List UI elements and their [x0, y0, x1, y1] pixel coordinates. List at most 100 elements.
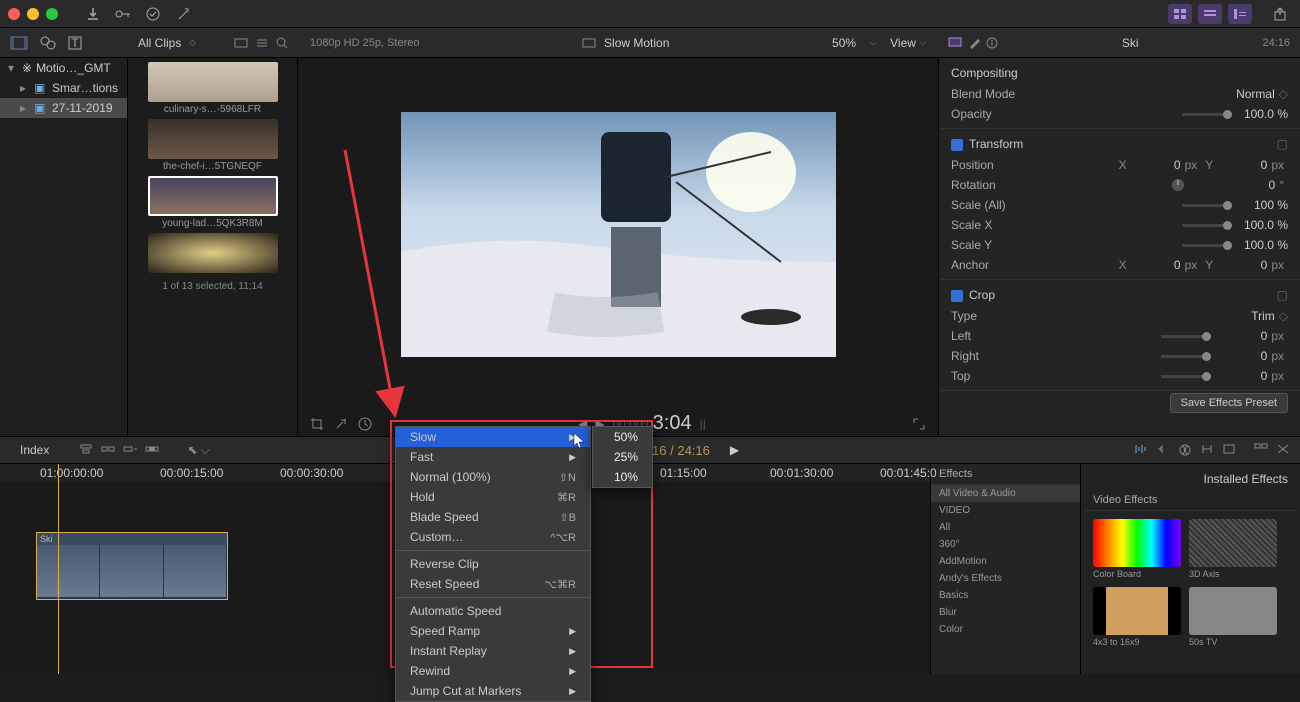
crop-right-slider[interactable]: [1161, 355, 1211, 358]
menu-normal[interactable]: Normal (100%)⇧N: [396, 467, 590, 487]
share-icon[interactable]: [1268, 4, 1292, 24]
clip-thumb[interactable]: young-lad…5QK3R8M: [132, 176, 293, 229]
clip-thumb[interactable]: the-chef-i…5TGNEQF: [132, 119, 293, 172]
rotation-value[interactable]: 0: [1225, 178, 1275, 192]
fx-cat-all-va[interactable]: All Video & Audio: [931, 485, 1080, 502]
skimming-icon[interactable]: [1134, 443, 1148, 457]
crop-checkbox[interactable]: [951, 290, 963, 302]
rotation-dial[interactable]: [1171, 178, 1185, 192]
fx-cat-color[interactable]: Color: [931, 621, 1080, 638]
fullscreen-icon[interactable]: [912, 417, 926, 431]
index-button[interactable]: Index: [10, 440, 59, 460]
clips-dropdown[interactable]: All Clips: [138, 36, 181, 50]
clip-appearance-icon[interactable]: [1222, 443, 1236, 457]
menu-hold[interactable]: Hold⌘R: [396, 487, 590, 507]
titles-icon[interactable]: T: [68, 36, 82, 50]
info-inspector-icon[interactable]: i: [986, 37, 998, 49]
effects-browser-icon[interactable]: [1254, 443, 1268, 457]
effect-color-board[interactable]: Color Board: [1093, 519, 1181, 579]
video-inspector-icon[interactable]: [948, 37, 962, 49]
tree-item-smart[interactable]: ▸▣Smar…tions: [0, 78, 127, 98]
crop-left-slider[interactable]: [1161, 335, 1211, 338]
close-window[interactable]: [8, 8, 20, 20]
search-icon[interactable]: [276, 37, 288, 49]
crop-top-value[interactable]: 0: [1217, 369, 1267, 383]
transitions-browser-icon[interactable]: [1276, 443, 1290, 457]
menu-jump-cut[interactable]: Jump Cut at Markers▶: [396, 681, 590, 701]
fx-cat-basics[interactable]: Basics: [931, 587, 1080, 604]
transform-checkbox[interactable]: [951, 139, 963, 151]
crop-top-slider[interactable]: [1161, 375, 1211, 378]
menu-blade[interactable]: Blade Speed⇧B: [396, 507, 590, 527]
menu-rewind[interactable]: Rewind▶: [396, 661, 590, 681]
scale-x-value[interactable]: 100.0 %: [1238, 218, 1288, 232]
fx-cat-video[interactable]: VIDEO: [931, 502, 1080, 519]
menu-reverse[interactable]: Reverse Clip: [396, 554, 590, 574]
view-dropdown[interactable]: View: [890, 36, 916, 50]
submenu-25[interactable]: 25%: [593, 447, 652, 467]
crop-tool-icon[interactable]: [310, 417, 324, 431]
clip-thumb[interactable]: culinary-s…-5968LFR: [132, 62, 293, 115]
enhance-icon[interactable]: [173, 4, 193, 24]
timeline-clip-ski[interactable]: Ski: [36, 532, 228, 600]
position-x[interactable]: 0: [1131, 158, 1181, 172]
next-edit-icon[interactable]: ▶: [730, 443, 739, 457]
scale-y-slider[interactable]: [1182, 244, 1232, 247]
scale-all-value[interactable]: 100 %: [1238, 198, 1288, 212]
menu-automatic[interactable]: Automatic Speed: [396, 601, 590, 621]
installed-effects-dropdown[interactable]: Installed Effects: [1204, 472, 1289, 486]
background-tasks-icon[interactable]: [143, 4, 163, 24]
fx-cat-blur[interactable]: Blur: [931, 604, 1080, 621]
enhance-tool-icon[interactable]: [334, 417, 348, 431]
audio-skimming-icon[interactable]: [1156, 443, 1170, 457]
playhead[interactable]: [58, 464, 59, 674]
maximize-window[interactable]: [46, 8, 58, 20]
tree-item-date[interactable]: ▸▣27-11-2019: [0, 98, 127, 118]
effect-4x3-16x9[interactable]: 4x3 to 16x9: [1093, 587, 1181, 647]
menu-speed-ramp[interactable]: Speed Ramp▶: [396, 621, 590, 641]
zoom-dropdown[interactable]: 50%: [832, 36, 856, 50]
fx-cat-addmotion[interactable]: AddMotion: [931, 553, 1080, 570]
scale-x-slider[interactable]: [1182, 224, 1232, 227]
minimize-window[interactable]: [27, 8, 39, 20]
viewer-canvas[interactable]: [298, 58, 938, 411]
anchor-x[interactable]: 0: [1131, 258, 1181, 272]
connect-clip-icon[interactable]: [79, 443, 93, 458]
overwrite-clip-icon[interactable]: [145, 443, 159, 458]
next-frame-icon[interactable]: ||: [700, 417, 706, 431]
position-y[interactable]: 0: [1217, 158, 1267, 172]
scale-all-slider[interactable]: [1182, 204, 1232, 207]
list-icon[interactable]: [256, 38, 268, 48]
opacity-slider[interactable]: [1182, 113, 1232, 116]
anchor-y[interactable]: 0: [1217, 258, 1267, 272]
submenu-10[interactable]: 10%: [593, 467, 652, 487]
fx-cat-all[interactable]: All: [931, 519, 1080, 536]
timeline-toggle-icon[interactable]: [1198, 4, 1222, 24]
photos-icon[interactable]: [40, 36, 56, 50]
menu-slow[interactable]: Slow▶: [396, 427, 590, 447]
import-icon[interactable]: [83, 4, 103, 24]
menu-custom[interactable]: Custom…^⌥R: [396, 527, 590, 547]
snapping-icon[interactable]: [1200, 443, 1214, 457]
menu-reset[interactable]: Reset Speed⌥⌘R: [396, 574, 590, 594]
opacity-value[interactable]: 100.0 %: [1238, 107, 1288, 121]
save-effects-preset-button[interactable]: Save Effects Preset: [1170, 393, 1288, 413]
library-clip-icon[interactable]: [10, 36, 28, 50]
insert-clip-icon[interactable]: [101, 443, 115, 458]
crop-type-dropdown[interactable]: Trim: [1225, 309, 1275, 323]
color-inspector-icon[interactable]: [968, 37, 980, 49]
clip-thumb[interactable]: [132, 233, 293, 273]
filmstrip-icon[interactable]: [234, 38, 248, 48]
select-tool-icon[interactable]: ⬉ ⌵: [187, 443, 210, 458]
browser-toggle-icon[interactable]: [1168, 4, 1192, 24]
blend-mode-dropdown[interactable]: Normal: [1225, 87, 1275, 101]
menu-fast[interactable]: Fast▶: [396, 447, 590, 467]
append-clip-icon[interactable]: [123, 443, 137, 458]
crop-right-value[interactable]: 0: [1217, 349, 1267, 363]
effect-3d-axis[interactable]: 3D Axis: [1189, 519, 1277, 579]
keyword-icon[interactable]: [113, 4, 133, 24]
scale-y-value[interactable]: 100.0 %: [1238, 238, 1288, 252]
retime-tool-icon[interactable]: [358, 417, 372, 431]
fx-cat-andy[interactable]: Andy's Effects: [931, 570, 1080, 587]
inspector-toggle-icon[interactable]: [1228, 4, 1252, 24]
